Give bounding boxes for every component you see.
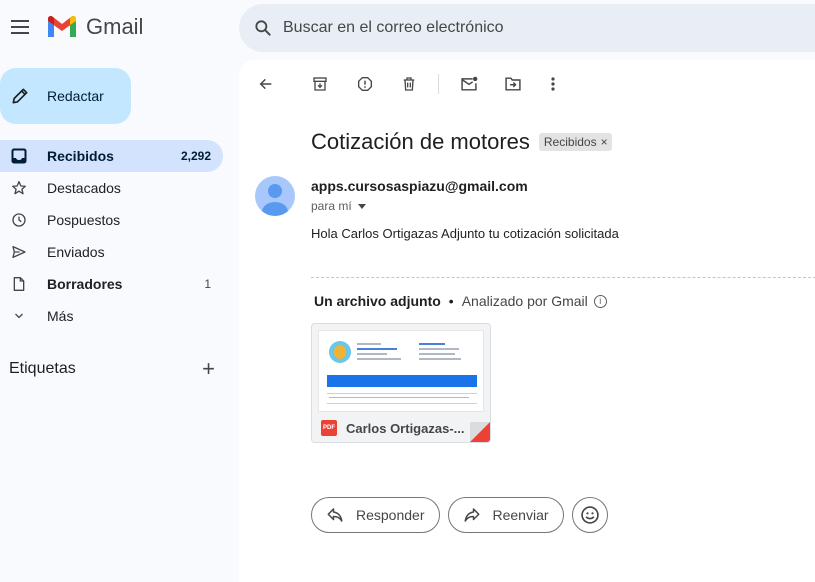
thumbnail-table-header bbox=[327, 375, 477, 387]
label-chip-text: Recibidos bbox=[543, 135, 597, 149]
reply-icon bbox=[327, 508, 343, 522]
labels-section-header: Etiquetas + bbox=[9, 358, 215, 380]
menu-icon-bar bbox=[11, 20, 29, 22]
label-chip[interactable]: Recibidos × bbox=[538, 133, 612, 151]
reply-actions: Responder Reenviar bbox=[311, 497, 608, 533]
report-spam-icon[interactable] bbox=[355, 74, 375, 94]
caret-down-icon[interactable] bbox=[357, 203, 366, 209]
menu-icon-bar bbox=[11, 26, 29, 28]
message-panel: Cotización de motores Recibidos × apps.c… bbox=[239, 60, 815, 582]
more-options-icon[interactable] bbox=[543, 74, 563, 94]
attachment-footer: PDF Carlos Ortigazas-... bbox=[312, 412, 490, 442]
sidebar-item-sent[interactable]: Enviados bbox=[0, 236, 223, 268]
forward-icon bbox=[464, 508, 479, 522]
message-subject-row: Cotización de motores Recibidos × bbox=[311, 129, 612, 155]
sidebar-item-inbox[interactable]: Recibidos 2,292 bbox=[0, 140, 223, 172]
sender-avatar[interactable] bbox=[255, 176, 295, 216]
reply-button[interactable]: Responder bbox=[311, 497, 440, 533]
compose-label: Redactar bbox=[47, 88, 104, 104]
sidebar-item-starred[interactable]: Destacados bbox=[0, 172, 223, 204]
draft-count: 1 bbox=[204, 277, 211, 291]
sidebar-nav: Recibidos 2,292 Destacados Pospuestos En… bbox=[0, 140, 223, 332]
sidebar-item-label: Recibidos bbox=[47, 148, 114, 164]
inbox-icon bbox=[10, 147, 28, 165]
attachment-card[interactable]: PDF Carlos Ortigazas-... bbox=[311, 323, 491, 443]
draft-icon bbox=[10, 275, 28, 293]
message-body: Hola Carlos Ortigazas Adjunto tu cotizac… bbox=[311, 226, 619, 241]
star-icon bbox=[10, 179, 28, 197]
forward-button[interactable]: Reenviar bbox=[447, 497, 564, 533]
pencil-icon bbox=[12, 88, 28, 104]
sender-email[interactable]: apps.cursosaspiazu@gmail.com bbox=[311, 178, 528, 194]
attachments-title: Un archivo adjunto bbox=[314, 293, 441, 309]
message-subject: Cotización de motores bbox=[311, 129, 530, 154]
scan-status: Analizado por Gmail bbox=[461, 293, 588, 309]
search-icon[interactable] bbox=[253, 18, 273, 38]
add-label-icon[interactable]: + bbox=[202, 358, 215, 380]
sidebar-item-snoozed[interactable]: Pospuestos bbox=[0, 204, 223, 236]
unread-count: 2,292 bbox=[180, 149, 211, 163]
app-name: Gmail bbox=[86, 14, 144, 39]
smiley-icon bbox=[580, 506, 599, 524]
menu-icon-bar bbox=[11, 32, 29, 34]
person-icon bbox=[262, 184, 288, 216]
emoji-reaction-button[interactable] bbox=[571, 497, 608, 533]
sidebar-item-label: Destacados bbox=[47, 180, 121, 196]
trash-icon[interactable] bbox=[399, 74, 419, 94]
gmail-logo[interactable]: Gmail bbox=[46, 14, 143, 40]
sidebar-item-label: Pospuestos bbox=[47, 212, 121, 228]
sidebar-item-label: Borradores bbox=[47, 276, 123, 292]
sidebar-item-label: Más bbox=[47, 308, 74, 324]
chevron-down-icon bbox=[10, 307, 28, 325]
recipient-details[interactable]: para mí bbox=[311, 199, 366, 213]
pdf-icon: PDF bbox=[321, 420, 337, 436]
remove-label-icon[interactable]: × bbox=[601, 135, 608, 149]
archive-icon[interactable] bbox=[310, 74, 330, 94]
search-input[interactable] bbox=[283, 19, 763, 37]
move-to-icon[interactable] bbox=[503, 74, 523, 94]
forward-label: Reenviar bbox=[492, 507, 549, 523]
page-fold-shadow bbox=[470, 422, 490, 442]
mark-unread-icon[interactable] bbox=[459, 74, 479, 94]
main-menu-button[interactable] bbox=[8, 16, 32, 40]
info-icon[interactable]: i bbox=[593, 294, 607, 308]
reply-label: Responder bbox=[356, 507, 425, 523]
attachments-header: Un archivo adjunto • Analizado por Gmail… bbox=[314, 293, 607, 309]
labels-title: Etiquetas bbox=[9, 360, 76, 377]
back-arrow-icon[interactable] bbox=[256, 74, 276, 94]
thumbnail-avatar bbox=[329, 341, 351, 363]
compose-button[interactable]: Redactar bbox=[0, 68, 131, 124]
sidebar-item-more[interactable]: Más bbox=[0, 300, 223, 332]
separator-dot: • bbox=[448, 293, 454, 309]
send-icon bbox=[10, 243, 28, 261]
gmail-m-icon bbox=[48, 15, 76, 37]
search-bar[interactable] bbox=[239, 4, 815, 52]
attachment-divider bbox=[311, 277, 815, 278]
message-toolbar bbox=[239, 60, 815, 108]
sidebar-item-label: Enviados bbox=[47, 244, 105, 260]
recipient-line: para mí bbox=[311, 199, 352, 213]
attachment-thumbnail bbox=[318, 330, 484, 412]
toolbar-divider bbox=[438, 74, 439, 94]
attachment-filename: Carlos Ortigazas-... bbox=[346, 420, 465, 436]
sidebar-item-drafts[interactable]: Borradores 1 bbox=[0, 268, 223, 300]
clock-icon bbox=[10, 211, 28, 229]
